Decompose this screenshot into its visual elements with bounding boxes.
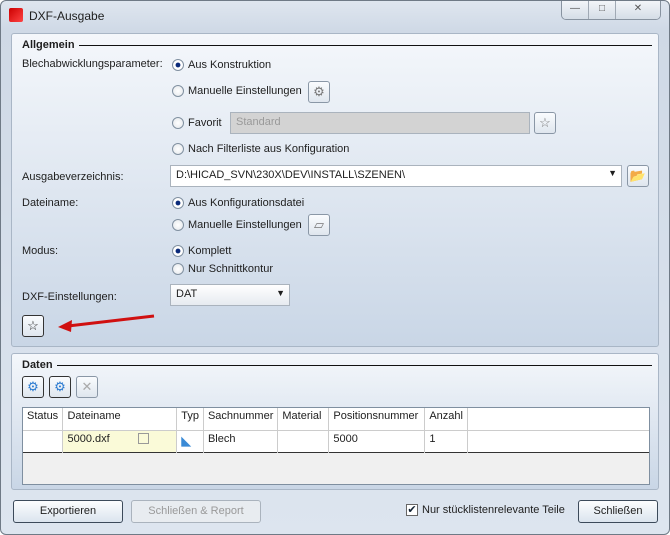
radio-filterliste[interactable]: Nach Filterliste aus Konfiguration	[172, 143, 349, 155]
chevron-down-icon: ▼	[276, 288, 285, 298]
col-status[interactable]: Status	[23, 408, 64, 430]
gear-icon[interactable]: ⚙	[308, 81, 330, 103]
radio-komplett[interactable]: Komplett	[172, 245, 231, 257]
radio-favorit[interactable]: Favorit	[172, 117, 222, 129]
add-gear-icon[interactable]: ⚙	[22, 376, 44, 398]
col-anzahl[interactable]: Anzahl	[424, 408, 469, 430]
edit-icon[interactable]: ▱	[308, 214, 330, 236]
col-typ[interactable]: Typ	[176, 408, 204, 430]
data-table: Status Dateiname Typ Sachnummer Material…	[22, 407, 650, 485]
allgemein-group: Allgemein Blechabwicklungsparameter: Aus…	[11, 33, 659, 347]
radio-dateiname-manuell[interactable]: Manuelle Einstellungen	[172, 219, 302, 231]
maximize-button[interactable]: □	[589, 1, 616, 19]
dxf-label: DXF-Einstellungen:	[22, 291, 117, 303]
ausgabe-label: Ausgabeverzeichnis:	[22, 171, 124, 183]
daten-legend: Daten	[22, 359, 53, 371]
chevron-down-icon: ▼	[608, 168, 617, 178]
radio-manuelle-einstellungen[interactable]: Manuelle Einstellungen	[172, 85, 302, 97]
dateiname-label: Dateiname:	[22, 197, 79, 209]
export-button[interactable]: Exportieren	[13, 500, 123, 523]
star-icon[interactable]: ☆	[534, 112, 556, 134]
dxf-dialog: DXF-Ausgabe — □ ✕ Allgemein Blechabwickl…	[0, 0, 670, 535]
radio-aus-konstruktion[interactable]: Aus Konstruktion	[172, 59, 271, 71]
col-material[interactable]: Material	[277, 408, 330, 430]
close-window-button[interactable]: ✕	[616, 1, 660, 19]
minimize-button[interactable]: —	[562, 1, 589, 19]
close-button[interactable]: Schließen	[578, 500, 658, 523]
stueckliste-checkbox[interactable]: ✔ Nur stücklistenrelevante Teile	[406, 504, 565, 516]
col-sachnummer[interactable]: Sachnummer	[203, 408, 279, 430]
blech-label: Blechabwicklungsparameter:	[22, 58, 163, 70]
radio-aus-konfigurationsdatei[interactable]: Aus Konfigurationsdatei	[172, 197, 304, 209]
modus-label: Modus:	[22, 245, 59, 257]
table-row[interactable]: 5000.dxf ◣ Blech 5000 1	[23, 430, 649, 452]
col-dateiname[interactable]: Dateiname	[62, 408, 178, 430]
dxf-settings-dropdown[interactable]: DAT ▼	[170, 284, 290, 306]
ausgabe-dropdown[interactable]: D:\HICAD_SVN\230X\DEV\INSTALL\SZENEN\ ▼	[170, 165, 622, 187]
app-icon	[9, 8, 23, 22]
favorite-star-button[interactable]: ☆	[22, 315, 44, 337]
close-report-button[interactable]: Schließen & Report	[131, 500, 261, 523]
red-arrow-annotation	[58, 314, 155, 332]
delete-icon[interactable]: ✕	[76, 376, 98, 398]
allgemein-legend: Allgemein	[22, 39, 75, 51]
folder-open-icon[interactable]: 📂	[627, 165, 649, 187]
window-title: DXF-Ausgabe	[29, 9, 105, 23]
favorit-field[interactable]: Standard	[230, 112, 530, 134]
daten-group: Daten ⚙ ⚙ ✕ Status Dateiname Typ Sachnum…	[11, 353, 659, 490]
row-checkbox[interactable]	[137, 433, 149, 445]
add-gears-icon[interactable]: ⚙	[49, 376, 71, 398]
dateiname-cell[interactable]: 5000.dxf	[67, 433, 109, 445]
table-header: Status Dateiname Typ Sachnummer Material…	[23, 408, 649, 430]
col-positionsnummer[interactable]: Positionsnummer	[328, 408, 426, 430]
radio-nur-schnittkontur[interactable]: Nur Schnittkontur	[172, 263, 273, 275]
sheet-metal-icon: ◣	[176, 430, 204, 452]
